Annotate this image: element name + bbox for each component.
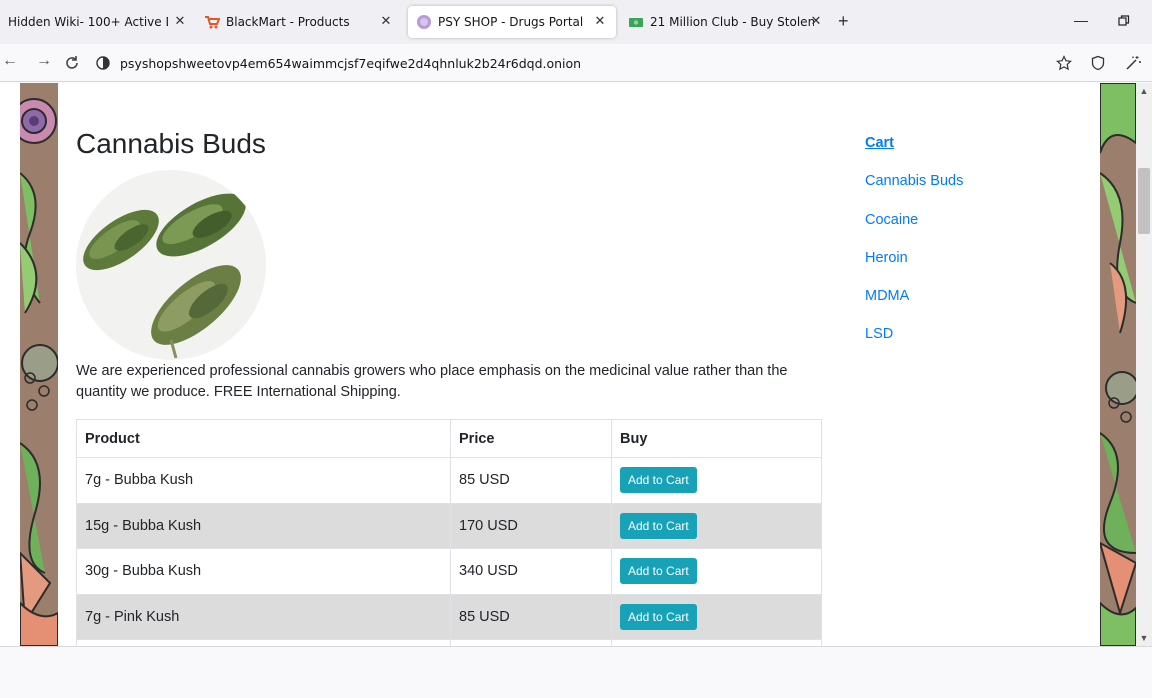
sidebar-item-lsd[interactable]: LSD: [865, 326, 963, 364]
add-to-cart-button[interactable]: Add to Cart: [620, 558, 697, 585]
cannabis-buds-image: [76, 170, 266, 360]
sidebar-item-heroin[interactable]: Heroin: [865, 250, 963, 288]
money-icon: [629, 18, 643, 27]
close-icon[interactable]: ✕: [378, 14, 394, 30]
price-cell: 85 USD: [450, 593, 612, 640]
column-header-buy: Buy: [611, 419, 822, 458]
tab-title: BlackMart - Products: [226, 15, 350, 29]
sidebar-item-cart[interactable]: Cart: [865, 135, 963, 173]
column-header-product: Product: [76, 419, 451, 458]
add-to-cart-button[interactable]: Add to Cart: [620, 467, 697, 494]
url-text: psyshopshweetovp4em654waimmcjsf7eqifwe2d…: [120, 55, 582, 71]
buy-cell: Add to Cart: [611, 502, 822, 549]
tab-title: PSY SHOP - Drugs Portal: [438, 15, 584, 29]
price-cell: 170 USD: [450, 502, 612, 549]
magic-wand-icon[interactable]: [1124, 55, 1142, 71]
window-bottom-area: [0, 646, 1152, 698]
products-table: Product Price Buy 7g - Bubba Kush 85 USD…: [76, 419, 822, 646]
onion-icon: [96, 56, 110, 70]
navigation-bar: ← → psyshopshweetovp4em654waimmcjsf7eqif…: [0, 44, 1152, 82]
tab-title: 21 Million Club - Buy Stolen Cry: [650, 15, 814, 29]
minimize-icon[interactable]: —: [1074, 12, 1088, 28]
table-row: 7g - Bubba Kush 85 USD Add to Cart: [76, 457, 822, 504]
add-to-cart-button[interactable]: Add to Cart: [620, 603, 697, 630]
table-row: 7g - Pink Kush 85 USD Add to Cart: [76, 593, 822, 640]
table-row: 15g - Bubba Kush 170 USD Add to Cart: [76, 502, 822, 549]
page-title: Cannabis Buds: [76, 128, 266, 159]
back-icon[interactable]: ←: [2, 52, 18, 70]
close-icon[interactable]: ✕: [808, 14, 824, 30]
product-description: We are experienced professional cannabis…: [76, 363, 788, 400]
shield-icon[interactable]: [1090, 55, 1106, 71]
reload-icon[interactable]: [64, 55, 80, 71]
tab-blackmart[interactable]: BlackMart - Products ✕: [204, 6, 402, 38]
new-tab-button[interactable]: +: [838, 11, 849, 32]
sidebar-item-cocaine[interactable]: Cocaine: [865, 212, 963, 250]
decorative-background-right: [1100, 83, 1136, 646]
table-row: 30g - Bubba Kush 340 USD Add to Cart: [76, 548, 822, 595]
restore-icon[interactable]: [1118, 15, 1130, 27]
sidebar-item-mdma[interactable]: MDMA: [865, 288, 963, 326]
tab-title: Hidden Wiki- 100+ Active Dark W: [8, 15, 168, 29]
tab-psy-shop[interactable]: PSY SHOP - Drugs Portal ✕: [408, 6, 616, 38]
close-icon[interactable]: ✕: [592, 14, 608, 30]
category-sidebar: Cart Cannabis Buds Cocaine Heroin MDMA L…: [865, 135, 963, 365]
page-margin: [0, 83, 20, 646]
bookmark-star-icon[interactable]: [1056, 55, 1072, 71]
tab-21-million-club[interactable]: 21 Million Club - Buy Stolen Cry ✕: [624, 6, 832, 38]
product-cell: 7g - Bubba Kush: [76, 457, 451, 504]
buy-cell: Add to Cart: [611, 457, 822, 504]
scroll-thumb[interactable]: [1138, 168, 1150, 234]
table-header-row: Product Price Buy: [76, 419, 822, 458]
cart-icon: [205, 16, 220, 29]
scroll-down-icon[interactable]: ▼: [1136, 630, 1152, 646]
add-to-cart-button[interactable]: Add to Cart: [620, 512, 697, 539]
close-icon[interactable]: ✕: [172, 14, 188, 30]
product-cell: 7g - Pink Kush: [76, 593, 451, 640]
tab-bar: Hidden Wiki- 100+ Active Dark W ✕ BlackM…: [0, 0, 1152, 44]
psy-shop-icon: [417, 15, 431, 29]
tab-hidden-wiki[interactable]: Hidden Wiki- 100+ Active Dark W ✕: [8, 6, 196, 38]
price-cell: 340 USD: [450, 548, 612, 595]
page-viewport: Cannabis Buds We are experienced profess…: [0, 83, 1152, 646]
price-cell: 85 USD: [450, 457, 612, 504]
address-bar[interactable]: psyshopshweetovp4em654waimmcjsf7eqifwe2d…: [96, 48, 1046, 78]
buy-cell: Add to Cart: [611, 548, 822, 595]
product-cell: 30g - Bubba Kush: [76, 548, 451, 595]
forward-icon[interactable]: →: [36, 52, 52, 70]
column-header-price: Price: [450, 419, 612, 458]
sidebar-item-cannabis-buds[interactable]: Cannabis Buds: [865, 173, 963, 211]
scroll-up-icon[interactable]: ▲: [1136, 83, 1152, 99]
product-cell: 15g - Bubba Kush: [76, 502, 451, 549]
buy-cell: Add to Cart: [611, 593, 822, 640]
content-panel: Cannabis Buds We are experienced profess…: [58, 83, 1100, 646]
vertical-scrollbar[interactable]: ▲ ▼: [1136, 83, 1152, 646]
decorative-background-left: [20, 83, 58, 646]
